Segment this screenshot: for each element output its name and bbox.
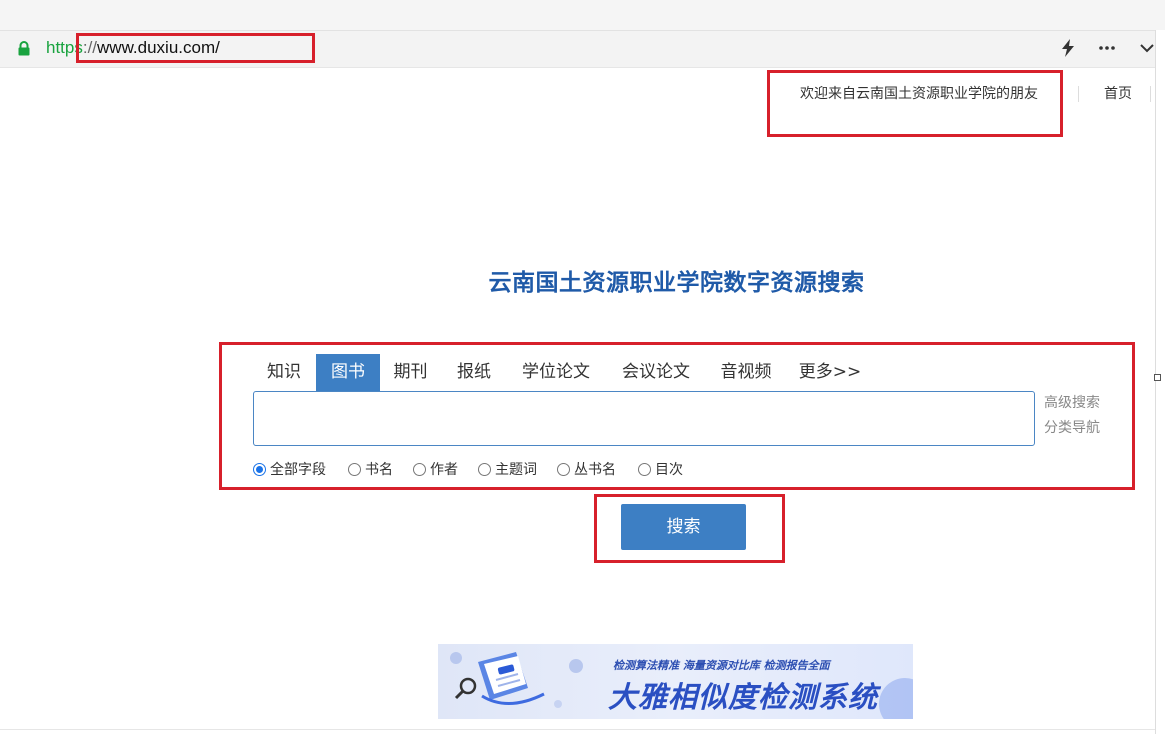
home-link[interactable]: 首页 (1104, 85, 1132, 103)
banner-document-icon (450, 652, 583, 708)
tab-newspapers[interactable]: 报纸 (443, 354, 505, 391)
tab-books[interactable]: 图书 (316, 354, 380, 391)
banner-decoration (879, 678, 913, 719)
field-all-radio[interactable]: 全部字段 (253, 461, 326, 478)
header-divider (1078, 86, 1079, 102)
radio-circle[interactable] (557, 462, 570, 476)
advanced-search-link[interactable]: 高级搜索 (1044, 394, 1100, 412)
radio-circle[interactable] (638, 462, 651, 476)
radio-circle[interactable] (348, 462, 361, 476)
scrollbar-handle[interactable] (1154, 374, 1161, 381)
radio-circle[interactable] (253, 462, 266, 476)
tab-audio-video[interactable]: 音视频 (708, 354, 784, 391)
banner-slogan: 检测算法精准 海量资源对比库 检测报告全面 (613, 659, 830, 672)
tab-theses[interactable]: 学位论文 (508, 354, 604, 391)
page-title: 云南国土资源职业学院数字资源搜索 (488, 270, 865, 295)
radio-label: 全部字段 (270, 462, 326, 478)
radio-circle[interactable] (478, 462, 491, 476)
search-input[interactable] (253, 391, 1035, 446)
radio-label: 书名 (365, 462, 393, 478)
chevron-down-icon[interactable] (1137, 38, 1157, 58)
page-bottom-border (0, 729, 1155, 730)
field-author-radio[interactable]: 作者 (413, 461, 458, 478)
address-bar[interactable]: https://www.duxiu.com/ (0, 30, 1155, 68)
plagiarism-check-banner[interactable]: 检测算法精准 海量资源对比库 检测报告全面 大雅相似度检测系统 (438, 644, 913, 719)
banner-title: 大雅相似度检测系统 (608, 680, 879, 714)
scrollbar[interactable] (1155, 30, 1165, 734)
search-button[interactable]: 搜索 (621, 504, 746, 550)
welcome-highlight-box (767, 70, 1063, 137)
radio-label: 目次 (655, 462, 683, 478)
radio-label: 主题词 (495, 462, 537, 478)
more-icon[interactable] (1097, 38, 1117, 58)
tab-conference-papers[interactable]: 会议论文 (608, 354, 704, 391)
field-title-radio[interactable]: 书名 (348, 461, 393, 478)
radio-circle[interactable] (413, 462, 426, 476)
field-subject-radio[interactable]: 主题词 (478, 461, 537, 478)
radio-label: 作者 (430, 462, 458, 478)
tab-journals[interactable]: 期刊 (380, 354, 441, 391)
category-nav-link[interactable]: 分类导航 (1044, 419, 1100, 437)
lightning-icon[interactable] (1058, 38, 1078, 58)
field-series-radio[interactable]: 丛书名 (557, 461, 616, 478)
field-toc-radio[interactable]: 目次 (638, 461, 683, 478)
browser-top-strip (0, 0, 1165, 30)
tab-knowledge[interactable]: 知识 (256, 354, 312, 391)
url-highlight-box (76, 33, 315, 63)
lock-icon (17, 41, 31, 56)
header-divider (1150, 86, 1151, 102)
radio-label: 丛书名 (574, 462, 616, 478)
tab-more[interactable]: 更多>> (790, 354, 870, 391)
